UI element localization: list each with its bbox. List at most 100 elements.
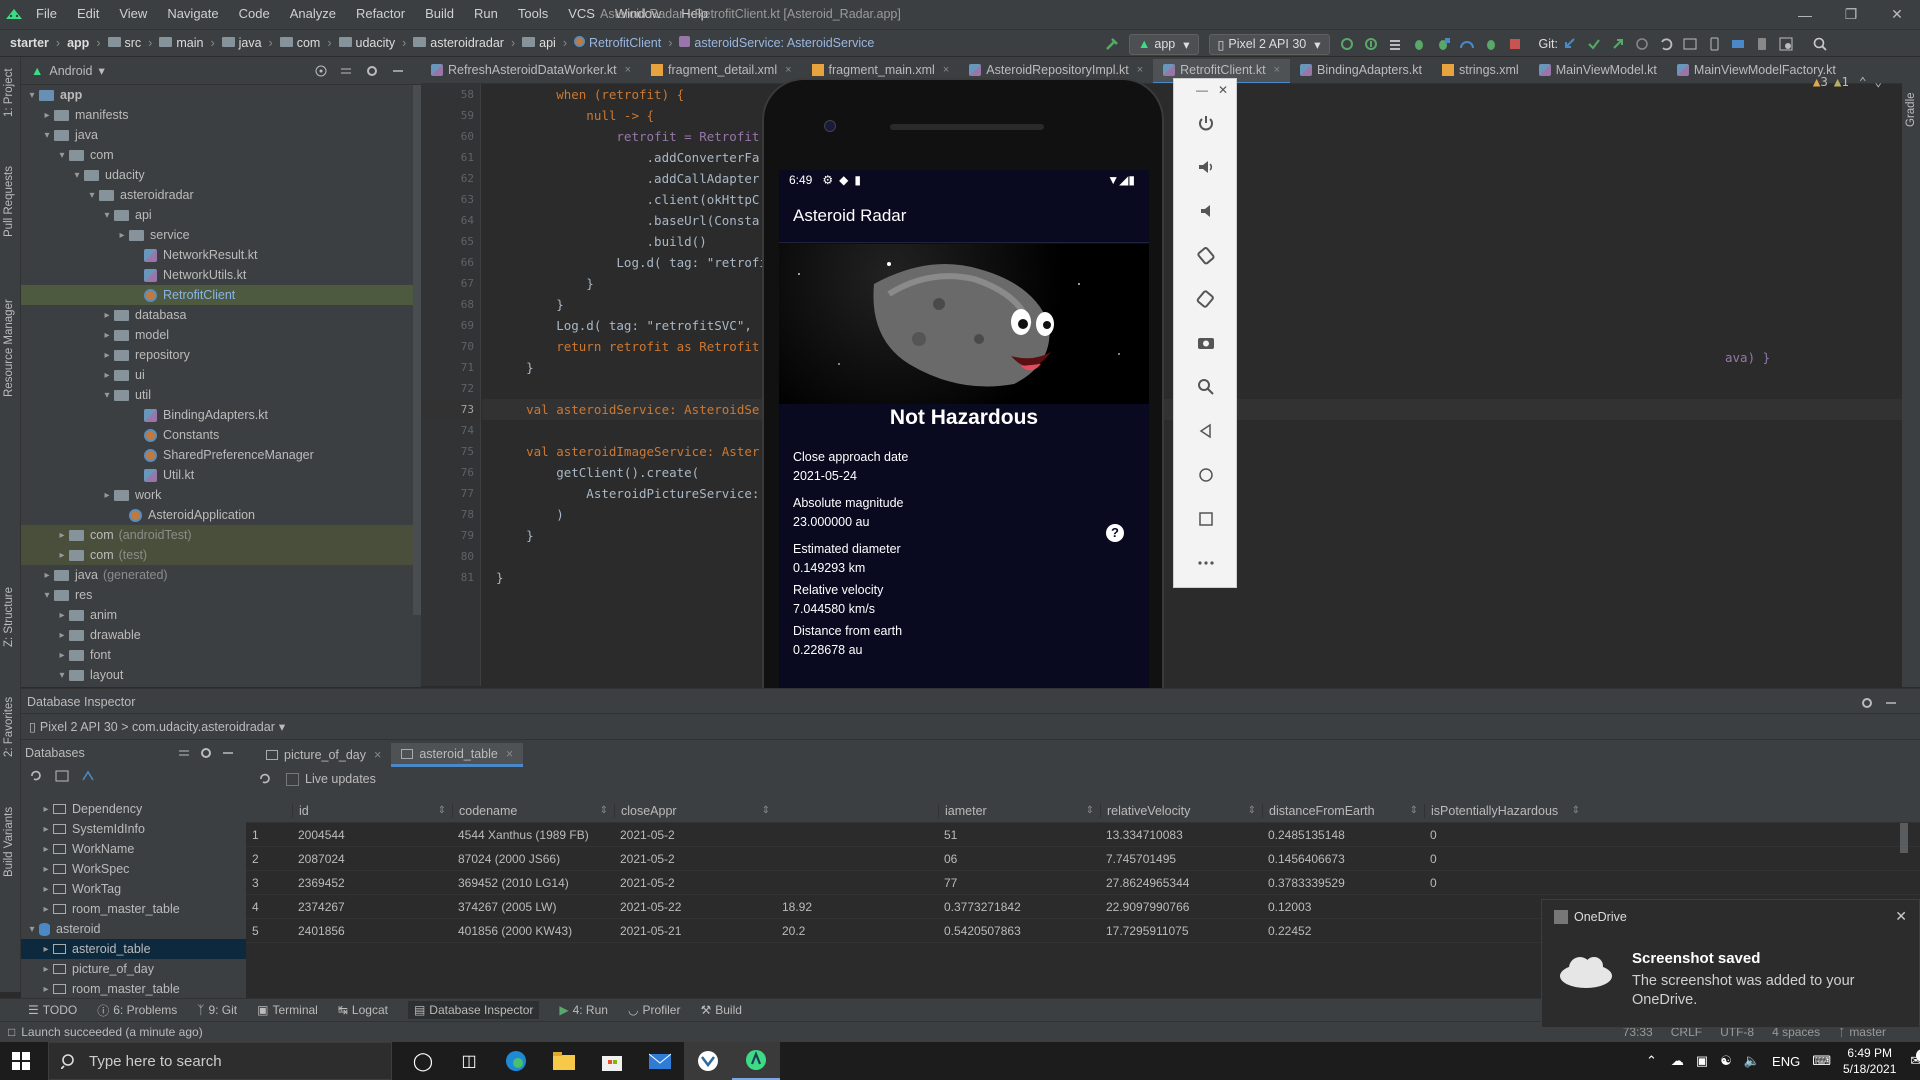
menu-build[interactable]: Build <box>425 6 454 21</box>
volume-up-button[interactable] <box>1174 145 1238 189</box>
menu-tools[interactable]: Tools <box>518 6 548 21</box>
process-selector[interactable]: ▯ Pixel 2 API 30 > com.udacity.asteroidr… <box>29 719 285 735</box>
windows-start-icon[interactable] <box>12 1052 30 1070</box>
profiler-tool-tab[interactable]: ◡ Profiler <box>628 1003 681 1017</box>
editor-tab[interactable]: RefreshAsteroidDataWorker.kt × <box>421 57 641 83</box>
menu-analyze[interactable]: Analyze <box>290 6 336 21</box>
close-window-button[interactable]: ✕ <box>1874 6 1920 23</box>
device-manager-icon[interactable] <box>1750 32 1774 56</box>
gear-icon[interactable] <box>197 744 215 762</box>
tree-item[interactable]: ▸ ui <box>21 365 421 385</box>
tree-item[interactable]: BindingAdapters.kt <box>21 405 421 425</box>
build-hammer-icon[interactable] <box>1100 32 1124 56</box>
tree-item[interactable]: ▸ java (generated) <box>21 565 421 585</box>
history-icon[interactable] <box>1630 32 1654 56</box>
db-table-tab[interactable]: asteroid_table × <box>391 743 524 767</box>
chevron-down-icon[interactable]: ▾ <box>55 670 69 681</box>
tree-item[interactable]: ▾ com <box>21 145 421 165</box>
chevron-down-icon[interactable]: ▾ <box>100 390 114 401</box>
more-options-button[interactable] <box>1174 541 1238 585</box>
git-commit-icon[interactable] <box>1582 32 1606 56</box>
editor-tab[interactable]: MainViewModel.kt <box>1529 57 1667 83</box>
close-tab-icon[interactable]: × <box>1274 64 1280 76</box>
project-tool-tab[interactable]: 1: Project <box>3 68 15 117</box>
sort-icon[interactable]: ⇕ <box>438 805 446 816</box>
git-update-icon[interactable] <box>1558 32 1582 56</box>
breadcrumb-item[interactable]: src <box>107 36 141 50</box>
chevron-right-icon[interactable]: ▸ <box>39 884 53 895</box>
close-tab-icon[interactable]: × <box>943 64 949 76</box>
locate-icon[interactable] <box>312 62 330 80</box>
sort-icon[interactable]: ⇕ <box>1248 805 1256 816</box>
close-tab-icon[interactable]: × <box>374 748 381 762</box>
tree-item[interactable]: ▸ drawable <box>21 625 421 645</box>
chevron-right-icon[interactable]: ▸ <box>40 570 54 581</box>
scrollbar[interactable] <box>1900 823 1908 853</box>
build-variants-tool-tab[interactable]: Build Variants <box>3 807 15 877</box>
tree-item[interactable]: ▸ manifests <box>21 105 421 125</box>
chevron-right-icon[interactable]: ▸ <box>39 824 53 835</box>
chevron-right-icon[interactable]: ▸ <box>39 904 53 915</box>
gear-icon[interactable] <box>1858 694 1876 712</box>
tree-item[interactable]: ▾ udacity <box>21 165 421 185</box>
tree-item[interactable]: ▸ anim <box>21 605 421 625</box>
device-dropdown[interactable]: ▯ Pixel 2 API 30 ▾ <box>1208 33 1330 55</box>
pull-requests-tool-tab[interactable]: Pull Requests <box>3 166 15 237</box>
help-icon[interactable]: ? <box>1106 524 1124 542</box>
tree-item[interactable]: ▸ work <box>21 485 421 505</box>
breadcrumb-item[interactable]: main <box>159 36 203 50</box>
language-indicator[interactable]: ENG <box>1772 1054 1800 1069</box>
chevron-right-icon[interactable]: ▸ <box>39 964 53 975</box>
breadcrumb-item[interactable]: api <box>522 36 556 50</box>
menu-edit[interactable]: Edit <box>77 6 99 21</box>
chevron-down-icon[interactable]: ▾ <box>85 190 99 201</box>
tree-item[interactable]: ▾ java <box>21 125 421 145</box>
rotate-right-button[interactable] <box>1174 277 1238 321</box>
editor-tab[interactable]: strings.xml <box>1432 57 1529 83</box>
favorites-tool-tab[interactable]: 2: Favorites <box>3 697 15 757</box>
scrollbar[interactable] <box>413 85 421 615</box>
breadcrumb-item[interactable]: udacity <box>338 36 395 50</box>
chevron-right-icon[interactable]: ▸ <box>115 230 129 241</box>
close-tab-icon[interactable]: × <box>785 64 791 76</box>
db-tree-item[interactable]: ▾ asteroid <box>21 919 246 939</box>
stop-icon[interactable] <box>1503 32 1527 56</box>
db-tree-item[interactable]: ▸ WorkSpec <box>21 859 246 879</box>
chevron-right-icon[interactable]: ▸ <box>100 330 114 341</box>
refresh-icon[interactable] <box>256 770 274 788</box>
sort-icon[interactable]: ⇕ <box>762 805 770 816</box>
tree-item[interactable]: AsteroidApplication <box>21 505 421 525</box>
tree-item[interactable]: Util.kt <box>21 465 421 485</box>
cortana-icon[interactable]: ◯ <box>400 1051 446 1072</box>
pycharm-icon[interactable] <box>684 1042 732 1080</box>
chevron-down-icon[interactable]: ▾ <box>100 210 114 221</box>
chevron-right-icon[interactable]: ▸ <box>55 630 69 641</box>
chevron-right-icon[interactable]: ▸ <box>100 490 114 501</box>
power-button[interactable] <box>1174 101 1238 145</box>
table-row[interactable]: 3 2369452 369452 (2010 LG14) 2021-05-2 77 27.… <box>246 871 1920 895</box>
speaker-icon[interactable]: 🔈 <box>1744 1053 1760 1069</box>
query-icon[interactable] <box>53 767 71 785</box>
chevron-down-icon[interactable]: ⌄ <box>1874 74 1882 89</box>
tree-item[interactable]: NetworkResult.kt <box>21 245 421 265</box>
chevron-right-icon[interactable]: ▸ <box>39 984 53 995</box>
chevron-right-icon[interactable]: ▸ <box>100 370 114 381</box>
chevron-right-icon[interactable]: ▸ <box>55 550 69 561</box>
chevron-down-icon[interactable]: ▾ <box>55 150 69 161</box>
chevron-right-icon[interactable]: ▸ <box>39 944 53 955</box>
todo-tool-tab[interactable]: ☰ TODO <box>28 1003 77 1017</box>
inspection-widget[interactable]: ▲ 3 ▲ 1 ⌃ ⌄ <box>1813 74 1882 89</box>
coverage-icon[interactable] <box>1383 32 1407 56</box>
tree-item[interactable]: ▸ com (androidTest) <box>21 525 421 545</box>
tree-item[interactable]: ▸ com (test) <box>21 545 421 565</box>
android-studio-icon[interactable] <box>732 1042 780 1080</box>
chevron-down-icon[interactable]: ▾ <box>70 170 84 181</box>
run-tool-tab[interactable]: ▶ 4: Run <box>559 1003 608 1017</box>
tree-item[interactable]: ▸ repository <box>21 345 421 365</box>
collapse-all-icon[interactable] <box>337 62 355 80</box>
onedrive-notification[interactable]: OneDrive ✕ Screenshot saved The screensh… <box>1541 899 1920 1028</box>
clock[interactable]: 6:49 PM 5/18/2021 <box>1843 1045 1896 1077</box>
notifications-icon[interactable]: ✉2 <box>1910 1049 1920 1069</box>
sort-icon[interactable]: ⇕ <box>1410 805 1418 816</box>
terminal-tool-tab[interactable]: ▣ Terminal <box>257 1003 318 1017</box>
